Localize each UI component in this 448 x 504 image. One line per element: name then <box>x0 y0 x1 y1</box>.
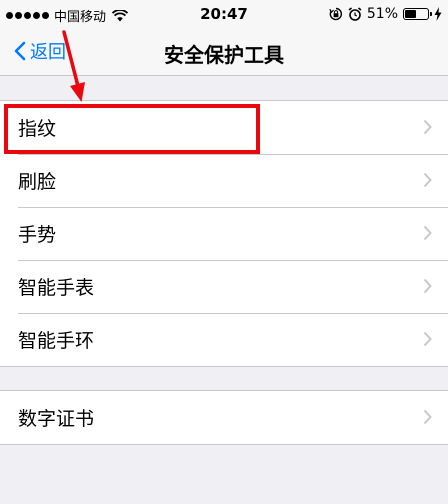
chevron-right-icon <box>423 225 432 241</box>
status-bar: 中国移动 20:47 51% <box>0 0 448 28</box>
chevron-right-icon <box>423 409 432 425</box>
list-item-face[interactable]: 刷脸 <box>0 154 448 207</box>
list-item-label: 手势 <box>18 224 57 246</box>
list-item-smartband[interactable]: 智能手环 <box>0 313 448 366</box>
list-item-label: 指纹 <box>18 118 57 140</box>
alarm-icon <box>348 7 362 21</box>
list-item-gesture[interactable]: 手势 <box>0 207 448 260</box>
certificate-list: 数字证书 <box>0 390 448 445</box>
list-item-digital-certificate[interactable]: 数字证书 <box>0 391 448 444</box>
battery-percent: 51% <box>366 6 398 22</box>
list-item-label: 智能手表 <box>18 277 95 299</box>
chevron-right-icon <box>423 331 432 347</box>
lock-rotation-icon <box>329 7 342 21</box>
chevron-right-icon <box>423 119 432 135</box>
list-item-fingerprint[interactable]: 指纹 <box>0 101 448 154</box>
list-item-smartwatch[interactable]: 智能手表 <box>0 260 448 313</box>
battery-icon <box>403 8 432 20</box>
status-right: 51% <box>329 6 442 22</box>
annotation-arrow-icon <box>62 30 85 102</box>
security-tools-list: 指纹 刷脸 手势 智能手表 智能手环 <box>0 100 448 367</box>
chevron-right-icon <box>423 172 432 188</box>
list-item-label: 智能手环 <box>18 330 95 352</box>
charging-bolt-icon <box>434 7 442 21</box>
list-item-label: 刷脸 <box>18 171 57 193</box>
chevron-right-icon <box>423 278 432 294</box>
list-item-label: 数字证书 <box>18 408 95 430</box>
